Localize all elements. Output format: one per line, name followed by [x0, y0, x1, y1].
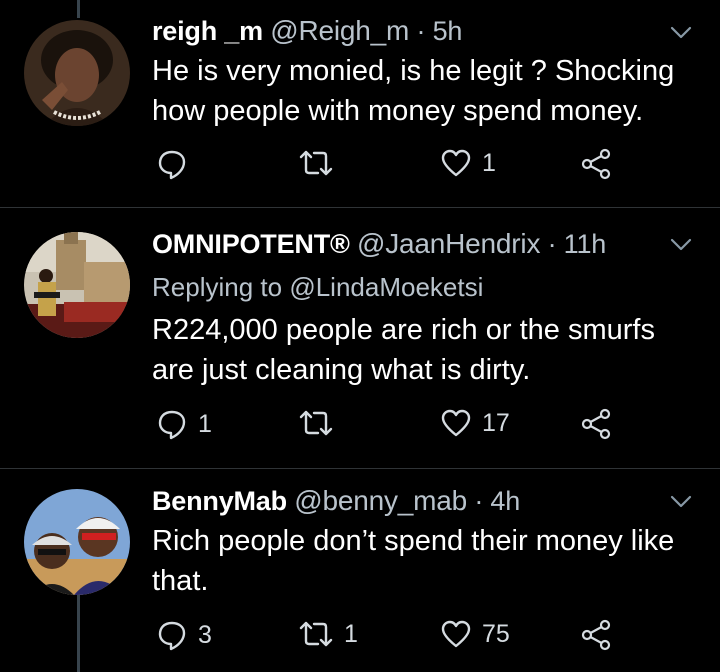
avatar[interactable]: [24, 232, 130, 338]
tweet-header: OMNIPOTENT® @JaanHendrix · 11h: [152, 228, 606, 260]
tweet-3[interactable]: BennyMab @benny_mab · 4h Rich people don…: [0, 469, 720, 672]
like-button[interactable]: 17: [440, 408, 510, 438]
like-count: 17: [482, 408, 510, 437]
tweet-header: BennyMab @benny_mab · 4h: [152, 485, 520, 517]
tweet-text: Rich people don’t spend their money like…: [152, 525, 675, 597]
reply-button[interactable]: [156, 148, 198, 180]
replying-to-label: Replying to: [152, 272, 283, 302]
tweet-actions: 1 17: [152, 408, 692, 444]
like-count: 75: [482, 619, 510, 648]
retweet-icon: [299, 410, 333, 436]
retweet-button[interactable]: 1: [298, 619, 358, 649]
share-icon: [581, 619, 611, 651]
like-button[interactable]: 1: [440, 148, 496, 178]
replying-to: Replying to @LindaMoeketsi: [152, 272, 483, 303]
reply-count: 1: [198, 409, 212, 438]
like-button[interactable]: 75: [440, 619, 510, 649]
share-button[interactable]: [580, 408, 612, 440]
tweet-2[interactable]: OMNIPOTENT® @JaanHendrix · 11h Replying …: [0, 208, 720, 466]
share-button[interactable]: [580, 619, 612, 651]
reply-icon: [158, 410, 186, 440]
user-handle[interactable]: @benny_mab: [294, 485, 467, 516]
chevron-down-icon[interactable]: [670, 495, 692, 509]
user-handle[interactable]: @Reigh_m: [270, 15, 409, 46]
reply-icon: [158, 621, 186, 651]
tweet-header: reigh _m @Reigh_m · 5h: [152, 15, 462, 47]
retweet-icon: [299, 621, 333, 647]
timestamp[interactable]: 11h: [564, 229, 607, 259]
tweet-text: R224,000 people are rich or the smurfs a…: [152, 314, 655, 386]
tweet-actions: 3 1 75: [152, 619, 692, 655]
display-name[interactable]: BennyMab: [152, 486, 287, 516]
tweet-actions: 1: [152, 148, 692, 184]
chevron-down-icon[interactable]: [670, 26, 692, 40]
heart-icon: [441, 149, 471, 177]
avatar-image: [24, 489, 130, 595]
reply-icon: [158, 150, 186, 180]
tweet-1[interactable]: reigh _m @Reigh_m · 5h He is very monied…: [0, 0, 720, 206]
avatar-image: [24, 232, 130, 338]
share-button[interactable]: [580, 148, 612, 180]
separator-dot: ·: [474, 486, 484, 516]
separator-dot: ·: [416, 16, 426, 46]
like-count: 1: [482, 148, 496, 177]
chevron-down-icon[interactable]: [670, 238, 692, 252]
reply-button[interactable]: 1: [156, 408, 212, 440]
retweet-button[interactable]: [298, 408, 344, 438]
separator-dot: ·: [547, 229, 557, 259]
timestamp[interactable]: 5h: [433, 16, 463, 46]
timestamp[interactable]: 4h: [490, 486, 520, 516]
reply-button[interactable]: 3: [156, 619, 212, 651]
display-name[interactable]: OMNIPOTENT®: [152, 229, 350, 259]
reply-count: 3: [198, 620, 212, 649]
share-icon: [581, 148, 611, 180]
heart-icon: [441, 409, 471, 437]
avatar[interactable]: [24, 489, 130, 595]
tweet-text: He is very monied, is he legit ? Shockin…: [152, 55, 675, 127]
heart-icon: [441, 620, 471, 648]
retweet-icon: [299, 150, 333, 176]
share-icon: [581, 408, 611, 440]
display-name[interactable]: reigh _m: [152, 16, 263, 46]
retweet-button[interactable]: [298, 148, 344, 178]
replying-to-handle[interactable]: @LindaMoeketsi: [289, 272, 483, 302]
user-handle[interactable]: @JaanHendrix: [357, 228, 540, 259]
avatar-image: [24, 20, 130, 126]
avatar[interactable]: [24, 20, 130, 126]
retweet-count: 1: [344, 619, 358, 648]
